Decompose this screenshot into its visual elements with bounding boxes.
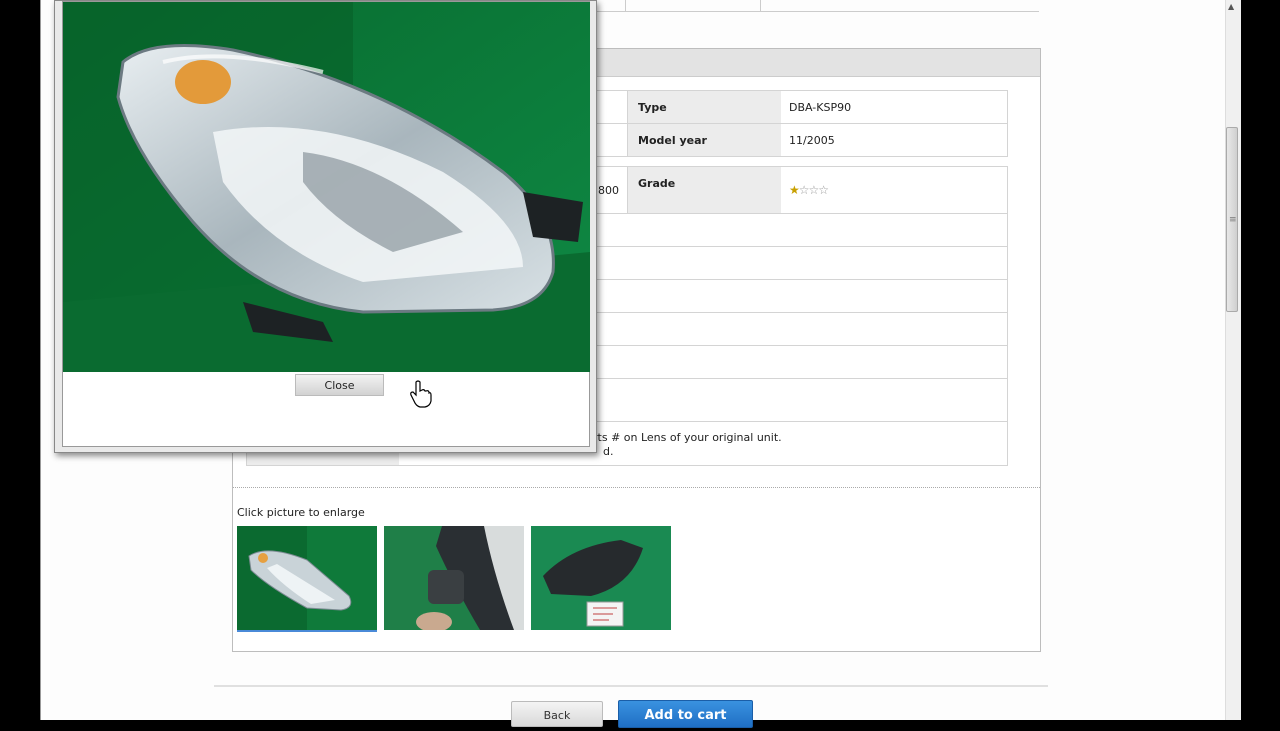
image-popup: Close — [54, 0, 597, 453]
thumbnail-headlight-mount[interactable] — [384, 526, 524, 630]
popup-content: Close — [62, 1, 590, 447]
partial-value: 800 — [598, 184, 619, 197]
model-year-label: Model year — [628, 124, 781, 156]
type-label: Type — [628, 91, 781, 123]
enlarged-headlight-photo — [63, 2, 590, 372]
back-button[interactable]: Back — [511, 701, 603, 727]
footer-divider — [214, 685, 1048, 687]
hand-pointer-icon — [410, 380, 432, 408]
scrollbar-track[interactable] — [1225, 0, 1241, 720]
scroll-grip-icon: ≡ — [1229, 215, 1237, 225]
add-to-cart-button[interactable]: Add to cart — [618, 700, 753, 728]
scroll-up-icon[interactable]: ▲ — [1228, 2, 1234, 11]
grade-stars: ★☆☆☆ — [781, 167, 836, 213]
enlarge-hint: Click picture to enlarge — [237, 506, 365, 519]
model-year-value: 11/2005 — [789, 133, 835, 147]
thumbnail-headlight-front[interactable] — [237, 526, 377, 632]
type-value: DBA-KSP90 — [789, 100, 852, 114]
headlight-large-icon — [63, 2, 590, 372]
thumbnail-headlight-rear[interactable] — [531, 526, 671, 630]
grade-label: Grade — [628, 167, 781, 213]
page-left-edge — [40, 0, 41, 720]
star-rating-icon: ★☆☆☆ — [789, 183, 829, 197]
note-line-1: rts # on Lens of your original unit. — [593, 431, 782, 444]
rear-photo-icon — [531, 526, 671, 630]
mount-photo-icon — [384, 526, 524, 630]
close-button[interactable]: Close — [295, 374, 384, 396]
section-divider — [233, 487, 1040, 488]
headlight-photo-icon — [237, 526, 377, 630]
note-line-2: d. — [603, 445, 614, 458]
